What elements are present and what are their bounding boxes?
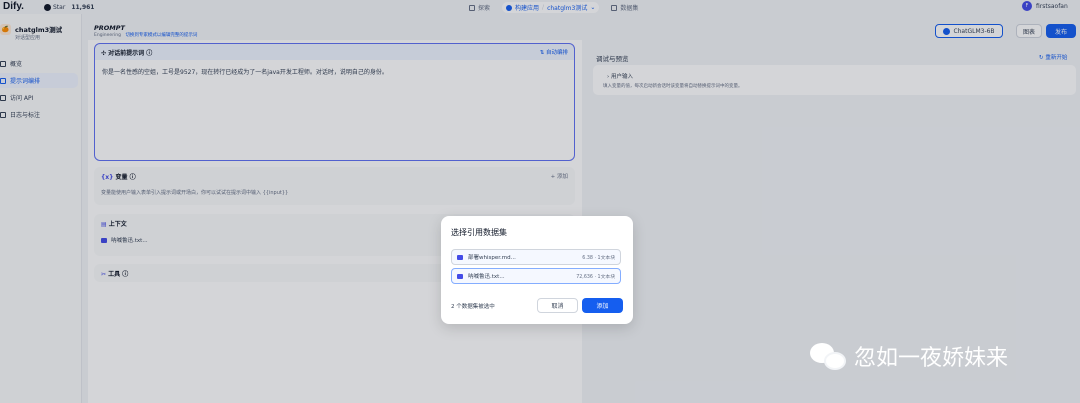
folder-icon — [457, 254, 463, 260]
dialog-title: 选择引用数据集 — [451, 228, 507, 237]
cancel-button[interactable]: 取消 — [537, 298, 578, 313]
watermark: 忽如一夜娇妹来 — [810, 340, 1008, 372]
dataset-meta: 72,636 · 1文本块 — [576, 274, 615, 280]
watermark-text: 忽如一夜娇妹来 — [854, 346, 1009, 371]
add-button[interactable]: 添加 — [582, 298, 623, 313]
dataset-option[interactable]: 部署whisper.md... 6.38 · 1文本块 — [451, 249, 621, 265]
dataset-option[interactable]: 呐喊鲁迅.txt... 72,636 · 1文本块 — [451, 268, 621, 284]
selection-count: 2 个数据集被选中 — [451, 304, 495, 310]
folder-icon — [457, 273, 463, 279]
select-dataset-dialog: 选择引用数据集 部署whisper.md... 6.38 · 1文本块 呐喊鲁迅… — [441, 216, 633, 324]
dataset-meta: 6.38 · 1文本块 — [582, 255, 615, 261]
dataset-name: 部署whisper.md... — [468, 255, 516, 261]
dataset-name: 呐喊鲁迅.txt... — [468, 274, 505, 280]
wechat-icon — [810, 341, 848, 371]
